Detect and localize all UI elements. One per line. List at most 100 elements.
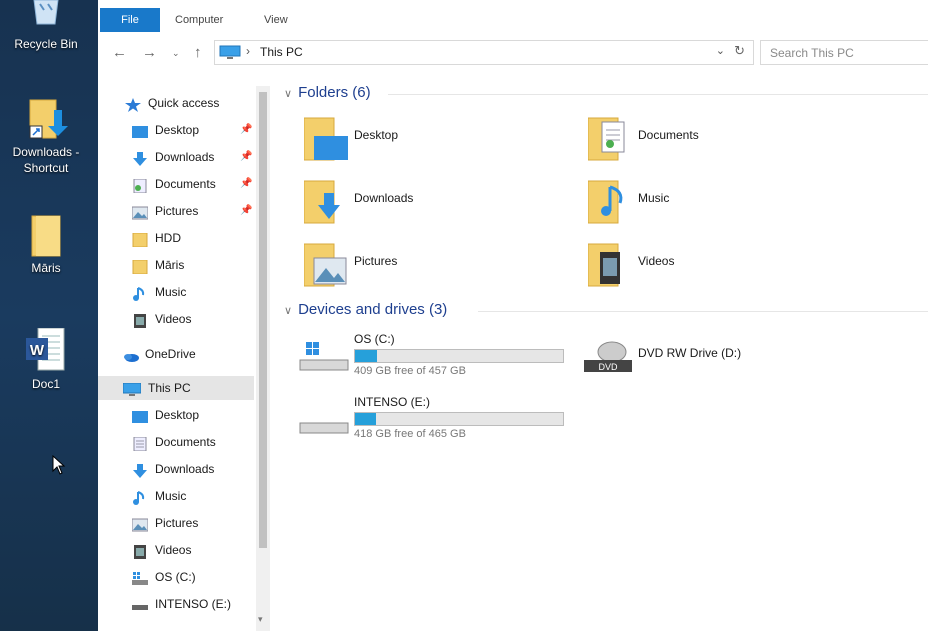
folder-icon <box>24 212 68 257</box>
desktop-folder-icon <box>132 408 148 423</box>
nav-item-maris[interactable]: Māris <box>132 253 262 277</box>
search-input[interactable]: Search This PC <box>760 40 928 65</box>
devices-group-header[interactable]: ∨ Devices and drives (3) <box>284 299 447 321</box>
address-dropdown-chevron-icon[interactable]: ⌄ <box>716 44 725 57</box>
desktop-icon-downloads-shortcut[interactable]: Downloads - Shortcut <box>0 96 92 176</box>
search-placeholder: Search This PC <box>770 46 854 60</box>
folder-tile-downloads[interactable]: Downloads <box>303 177 564 237</box>
chevron-down-icon[interactable]: ∨ <box>284 305 292 317</box>
recent-locations-chevron-icon[interactable]: ⌄ <box>172 48 180 59</box>
nav-pane-scrollbar[interactable]: ▾ <box>256 86 270 631</box>
desktop-icon-doc1[interactable]: W Doc1 <box>0 327 92 392</box>
group-divider <box>478 311 928 312</box>
desktop-icon-maris[interactable]: Māris <box>0 212 92 276</box>
breadcrumb[interactable]: This PC <box>260 45 303 59</box>
drive-name: DVD RW Drive (D:) <box>638 346 742 360</box>
nav-item-label: Music <box>155 489 187 503</box>
pin-icon[interactable]: 📌 <box>240 172 252 196</box>
desktop-icon-label: Māris <box>31 261 61 275</box>
nav-item-music[interactable]: Music <box>132 280 262 304</box>
tab-view[interactable]: View <box>264 8 288 32</box>
drive-name: OS (C:) <box>354 332 395 346</box>
nav-item-label: Pictures <box>155 204 199 218</box>
folder-tile-videos[interactable]: Videos <box>587 240 848 300</box>
folder-tile-label: Documents <box>638 128 699 142</box>
nav-item-label: Music <box>155 285 187 299</box>
drive-name: INTENSO (E:) <box>354 395 431 409</box>
nav-item-downloads[interactable]: Downloads 📌 <box>132 145 262 169</box>
scrollbar-thumb[interactable] <box>259 92 267 548</box>
svg-text:W: W <box>30 342 45 359</box>
nav-item-videos[interactable]: Videos <box>132 307 262 331</box>
nav-item-hdd[interactable]: HDD <box>132 226 262 250</box>
nav-item-label: OS (C:) <box>155 570 196 584</box>
music-folder-icon <box>587 177 634 227</box>
folders-group-header[interactable]: ∨ Folders (6) <box>284 82 371 104</box>
scroll-down-chevron-icon[interactable]: ▾ <box>258 614 263 625</box>
folder-tile-label: Desktop <box>354 128 399 142</box>
desktop-icon-label: Doc1 <box>31 377 60 391</box>
folder-icon <box>132 258 148 275</box>
desktop-folder-icon <box>132 123 148 138</box>
nav-item-documents[interactable]: Documents 📌 <box>132 172 262 196</box>
drive-tile-os-c[interactable]: OS (C:) 409 GB free of 457 GB <box>298 332 568 392</box>
monitor-icon <box>219 45 241 63</box>
nav-item-label: Desktop <box>155 123 200 137</box>
folder-tile-label: Music <box>638 191 670 205</box>
download-arrow-icon <box>132 150 148 166</box>
refresh-icon[interactable]: ↻ <box>734 43 745 59</box>
nav-item-label: This PC <box>148 381 191 395</box>
hard-drive-icon <box>132 597 148 611</box>
tab-computer[interactable]: Computer <box>175 8 223 32</box>
file-explorer-window: File Computer View ← → ⌄ ↑ › This PC ⌄ ↻… <box>98 0 928 631</box>
star-icon <box>125 96 141 112</box>
pictures-icon <box>131 516 149 532</box>
group-divider <box>388 94 928 95</box>
videos-icon <box>132 312 148 328</box>
nav-item-desktop[interactable]: Desktop 📌 <box>132 118 262 142</box>
nav-item-this-pc[interactable]: This PC <box>98 376 254 400</box>
dvd-drive-icon: DVD <box>582 340 634 376</box>
nav-item-label: Downloads <box>155 462 215 476</box>
documents-icon <box>132 177 148 194</box>
nav-item-label: Pictures <box>155 516 199 530</box>
chevron-down-icon[interactable]: ∨ <box>284 88 292 100</box>
folder-tile-label: Downloads <box>354 191 414 205</box>
drive-usage-fill <box>355 350 377 362</box>
music-note-icon <box>132 285 148 301</box>
folder-tile-pictures[interactable]: Pictures <box>303 240 564 300</box>
folder-tile-documents[interactable]: Documents <box>587 114 848 174</box>
desktop-icon-recycle-bin[interactable]: Recycle Bin <box>0 0 92 52</box>
word-document-icon: W <box>24 327 68 372</box>
downloads-folder-icon <box>303 177 350 227</box>
folder-tile-desktop[interactable]: Desktop <box>303 114 564 174</box>
windows-drive-icon <box>132 570 148 585</box>
pin-icon[interactable]: 📌 <box>240 145 252 169</box>
nav-item-label: Desktop <box>155 408 200 422</box>
drive-usage-bar <box>354 349 564 363</box>
folder-icon <box>132 231 148 248</box>
pin-icon[interactable]: 📌 <box>240 118 252 142</box>
music-note-icon <box>132 489 148 505</box>
recycle-bin-icon <box>24 0 68 32</box>
group-header-label: Devices and drives (3) <box>298 301 448 318</box>
tab-file[interactable]: File <box>100 8 160 32</box>
nav-item-label: Downloads <box>155 150 215 164</box>
breadcrumb-separator-icon: › <box>246 44 250 58</box>
content-pane: ∨ Folders (6) Desktop Documents Downloads… <box>278 70 928 631</box>
back-arrow-icon[interactable]: ← <box>112 44 127 61</box>
forward-arrow-icon[interactable]: → <box>142 44 157 61</box>
videos-icon <box>132 543 148 559</box>
folder-tile-music[interactable]: Music <box>587 177 848 237</box>
drive-tile-dvd-d[interactable]: DVD DVD RW Drive (D:) <box>582 332 852 392</box>
nav-item-label: Videos <box>155 543 192 557</box>
drive-tile-intenso-e[interactable]: INTENSO (E:) 418 GB free of 465 GB <box>298 395 568 455</box>
address-box[interactable]: › This PC ⌄ ↻ <box>214 40 754 65</box>
nav-item-pictures[interactable]: Pictures 📌 <box>131 199 262 223</box>
desktop-folder-icon <box>303 114 350 164</box>
nav-item-label: Quick access <box>148 96 220 110</box>
windows-drive-icon <box>298 340 350 376</box>
up-arrow-icon[interactable]: ↑ <box>194 44 202 61</box>
pin-icon[interactable]: 📌 <box>240 199 252 223</box>
mouse-cursor-icon <box>52 454 66 478</box>
